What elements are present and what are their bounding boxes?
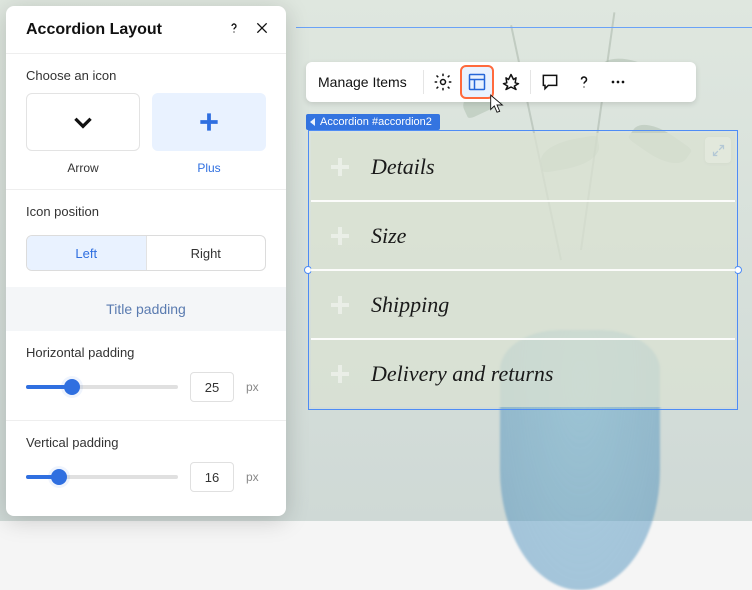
selection-frame[interactable]: Details Size Shipping Delivery and retur…	[308, 130, 738, 410]
icon-option-arrow[interactable]	[26, 93, 140, 151]
vertical-padding-slider[interactable]	[26, 467, 178, 487]
cursor-icon	[488, 94, 506, 121]
horizontal-padding-label: Horizontal padding	[26, 345, 266, 360]
divider	[530, 70, 531, 94]
panel-close-button[interactable]	[254, 20, 270, 39]
horizontal-padding-input[interactable]: 25	[190, 372, 234, 402]
plus-icon	[331, 158, 349, 176]
icon-option-arrow-label: Arrow	[26, 161, 140, 175]
accordion-item[interactable]: Delivery and returns	[311, 340, 735, 407]
divider	[423, 70, 424, 94]
accordion-item-title: Delivery and returns	[371, 361, 553, 387]
position-left-option[interactable]: Left	[27, 236, 146, 270]
chevron-down-icon	[70, 109, 96, 135]
accordion-item[interactable]: Shipping	[311, 271, 735, 340]
gear-icon	[433, 72, 453, 92]
plus-icon	[331, 365, 349, 383]
resize-handle-right[interactable]	[734, 266, 742, 274]
position-right-option[interactable]: Right	[146, 236, 266, 270]
vertical-padding-input[interactable]: 16	[190, 462, 234, 492]
element-tag-label: Accordion #accordion2	[320, 116, 432, 128]
help-button[interactable]	[567, 65, 601, 99]
panel-title: Accordion Layout	[26, 21, 162, 39]
more-icon	[608, 72, 628, 92]
accordion-item-title: Size	[371, 223, 406, 249]
comment-icon	[540, 72, 560, 92]
title-padding-label: Title padding	[106, 301, 186, 317]
close-icon	[254, 20, 270, 36]
accordion-component[interactable]: Details Size Shipping Delivery and retur…	[311, 133, 735, 407]
manage-items-button[interactable]: Manage Items	[318, 74, 415, 90]
settings-button[interactable]	[426, 65, 460, 99]
accordion-item-title: Shipping	[371, 292, 449, 318]
panel-header: Accordion Layout	[6, 6, 286, 53]
icon-position-toggle: Left Right	[26, 235, 266, 271]
layout-icon	[467, 72, 487, 92]
comments-button[interactable]	[533, 65, 567, 99]
animation-icon	[501, 72, 521, 92]
unit-label: px	[246, 380, 266, 394]
vertical-padding-label: Vertical padding	[26, 435, 266, 450]
plus-icon	[331, 296, 349, 314]
help-icon	[226, 20, 242, 36]
unit-label: px	[246, 470, 266, 484]
horizontal-padding-slider[interactable]	[26, 377, 178, 397]
plus-icon	[331, 227, 349, 245]
plus-icon	[196, 109, 222, 135]
accordion-item[interactable]: Details	[311, 133, 735, 202]
choose-icon-label: Choose an icon	[6, 54, 286, 93]
title-padding-section: Title padding	[6, 287, 286, 331]
icon-option-plus[interactable]	[152, 93, 266, 151]
accordion-item[interactable]: Size	[311, 202, 735, 271]
help-icon	[574, 72, 594, 92]
layout-panel: Accordion Layout Choose an icon Arrow Pl…	[6, 6, 286, 516]
element-tag[interactable]: Accordion #accordion2	[306, 114, 440, 130]
icon-option-plus-label: Plus	[152, 161, 266, 175]
accordion-item-title: Details	[371, 154, 435, 180]
panel-help-button[interactable]	[226, 20, 242, 39]
more-button[interactable]	[601, 65, 635, 99]
icon-position-label: Icon position	[6, 190, 286, 229]
